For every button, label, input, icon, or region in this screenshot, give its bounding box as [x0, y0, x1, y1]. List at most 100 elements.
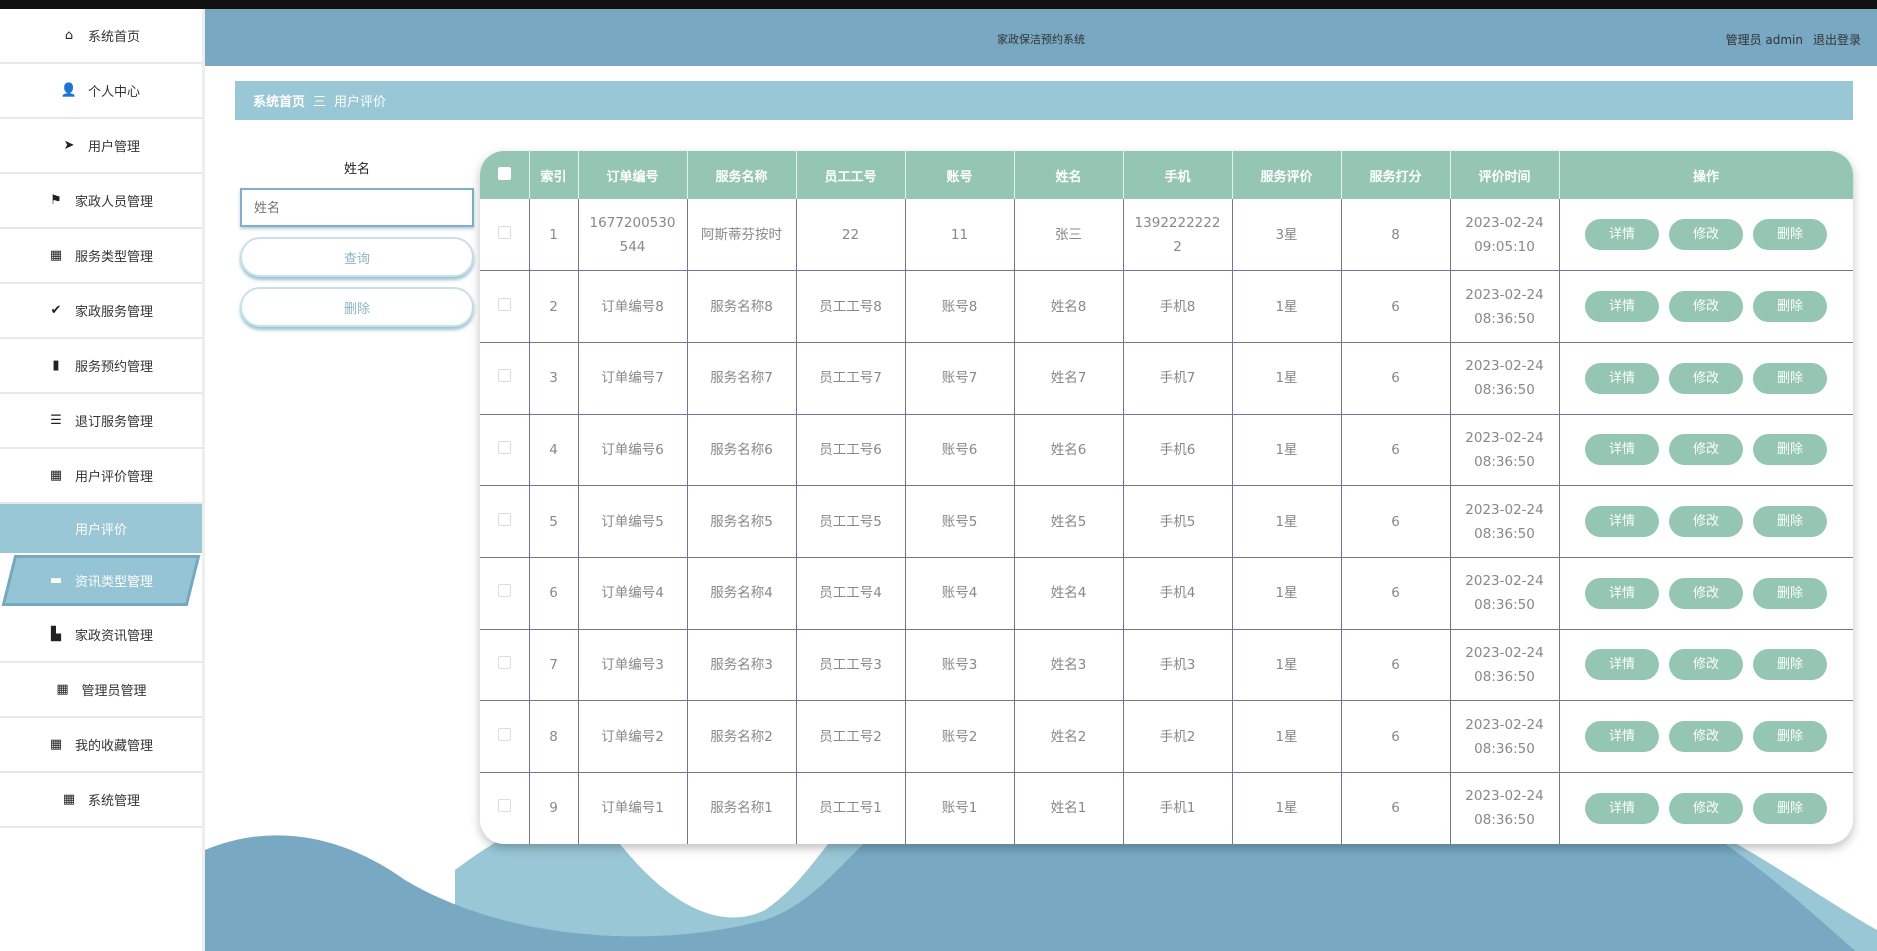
- column-header: 操作: [1559, 151, 1853, 199]
- detail-button[interactable]: 详情: [1585, 506, 1659, 538]
- grid-nine-icon: ▦: [49, 468, 63, 483]
- sidebar-item-label: 用户管理: [87, 140, 140, 155]
- table-cell: 9: [528, 772, 579, 844]
- detail-button[interactable]: 详情: [1585, 219, 1659, 251]
- sidebar-item[interactable]: ⌂ 系统首页: [0, 9, 202, 64]
- table-cell: 2023-02-24 08:36:50: [1449, 270, 1560, 343]
- select-all-checkbox[interactable]: [480, 151, 530, 199]
- detail-button[interactable]: 详情: [1585, 434, 1659, 466]
- sidebar-item[interactable]: ▬ 资讯类型管理: [0, 553, 202, 608]
- sidebar-item[interactable]: ▦ 系统管理: [0, 773, 202, 828]
- detail-button[interactable]: 详情: [1585, 362, 1659, 394]
- table-cell: 服务名称3: [686, 629, 797, 702]
- row-checkbox[interactable]: [480, 199, 530, 272]
- delete-button[interactable]: 删除: [1753, 649, 1827, 681]
- row-checkbox[interactable]: [480, 772, 530, 844]
- row-checkbox[interactable]: [480, 485, 530, 558]
- table-cell: 订单编号3: [577, 629, 688, 702]
- table-cell: 手机6: [1122, 414, 1233, 487]
- delete-button[interactable]: 删除: [1753, 792, 1827, 824]
- table-cell: 订单编号4: [577, 557, 688, 630]
- detail-button[interactable]: 详情: [1585, 577, 1659, 609]
- edit-button[interactable]: 修改: [1669, 362, 1743, 394]
- table-cell: 1: [528, 199, 579, 272]
- table-cell: 服务名称8: [686, 270, 797, 343]
- sidebar-item[interactable]: ▦ 服务类型管理: [0, 229, 202, 284]
- delete-button[interactable]: 删除: [1753, 362, 1827, 394]
- edit-button[interactable]: 修改: [1669, 649, 1743, 681]
- table-cell: 1星: [1231, 414, 1342, 487]
- sidebar-item[interactable]: 👤 个人中心: [0, 64, 202, 119]
- column-header: 账号: [905, 151, 1015, 199]
- table-cell: 1星: [1231, 557, 1342, 630]
- row-checkbox[interactable]: [480, 557, 530, 630]
- edit-button[interactable]: 修改: [1669, 506, 1743, 538]
- delete-button[interactable]: 删除: [1753, 291, 1827, 323]
- name-search-input[interactable]: [240, 188, 474, 227]
- table-cell: 手机4: [1122, 557, 1233, 630]
- table-cell: 手机7: [1122, 342, 1233, 415]
- edit-button[interactable]: 修改: [1669, 792, 1743, 824]
- table-cell: 订单编号2: [577, 700, 688, 773]
- table-cell: 6: [528, 557, 579, 630]
- sidebar-item[interactable]: ▦ 我的收藏管理: [0, 718, 202, 773]
- sidebar-item[interactable]: ⚑ 家政人员管理: [0, 174, 202, 229]
- table-cell: 2023-02-24 08:36:50: [1449, 700, 1560, 773]
- sidebar-item-label: 用户评价管理: [74, 470, 153, 485]
- table-cell: 账号6: [904, 414, 1015, 487]
- sidebar: ⌂ 系统首页 👤 个人中心 ➤ 用户管理 ⚑ 家政人员管理 ▦ 服务类型管理 ✔ 家政服务管理 ▮ 服务预…: [0, 9, 205, 951]
- clipboard-check-icon: ✔: [50, 303, 62, 318]
- delete-button[interactable]: 删除: [1753, 721, 1827, 753]
- table-cell: 1星: [1231, 772, 1342, 844]
- sidebar-item[interactable]: ➤ 用户管理: [0, 119, 202, 174]
- detail-button[interactable]: 详情: [1585, 649, 1659, 681]
- row-checkbox[interactable]: [480, 700, 530, 773]
- delete-button[interactable]: 删除: [1753, 219, 1827, 251]
- delete-button[interactable]: 删除: [1753, 434, 1827, 466]
- table-cell: 8: [1340, 199, 1451, 272]
- actions-cell: 详情 修改 删除: [1558, 414, 1853, 487]
- table-cell: 11: [904, 199, 1015, 272]
- delete-button[interactable]: 删除: [1753, 506, 1827, 538]
- table-cell: 2023-02-24 08:36:50: [1449, 629, 1560, 702]
- table-cell: 订单编号1: [577, 772, 688, 844]
- edit-button[interactable]: 修改: [1669, 721, 1743, 753]
- row-checkbox[interactable]: [480, 414, 530, 487]
- row-checkbox[interactable]: [480, 342, 530, 415]
- table-cell: 姓名8: [1013, 270, 1124, 343]
- breadcrumb-home[interactable]: 系统首页: [253, 91, 305, 110]
- edit-button[interactable]: 修改: [1669, 291, 1743, 323]
- detail-button[interactable]: 详情: [1585, 291, 1659, 323]
- table-cell: 3: [528, 342, 579, 415]
- table-cell: 员工工号4: [795, 557, 906, 630]
- detail-button[interactable]: 详情: [1585, 792, 1659, 824]
- logout-link[interactable]: 退出登录: [1813, 33, 1861, 47]
- detail-button[interactable]: 详情: [1585, 721, 1659, 753]
- table-cell: 6: [1340, 557, 1451, 630]
- sidebar-subitem-user-review[interactable]: 用户评价: [0, 504, 202, 553]
- actions-cell: 详情 修改 删除: [1558, 557, 1853, 630]
- table-cell: 22: [795, 199, 906, 272]
- sidebar-item[interactable]: ✔ 家政服务管理: [0, 284, 202, 339]
- system-title: 家政保洁预约系统: [997, 33, 1085, 46]
- table-cell: 服务名称5: [686, 485, 797, 558]
- query-button[interactable]: 查询: [240, 237, 474, 277]
- sidebar-item[interactable]: ▦ 管理员管理: [0, 663, 202, 718]
- sidebar-item[interactable]: ▦ 用户评价管理: [0, 449, 202, 504]
- table-cell: 4: [528, 414, 579, 487]
- batch-delete-button[interactable]: 删除: [240, 287, 474, 327]
- delete-button[interactable]: 删除: [1753, 577, 1827, 609]
- sidebar-item-label: 家政资讯管理: [74, 629, 153, 644]
- paper-plane-icon: ➤: [63, 138, 75, 153]
- sidebar-item[interactable]: ▙ 家政资讯管理: [0, 608, 202, 663]
- home-icon: ⌂: [64, 28, 74, 43]
- sidebar-item[interactable]: ▮ 服务预约管理: [0, 339, 202, 394]
- actions-cell: 详情 修改 删除: [1558, 342, 1853, 415]
- row-checkbox[interactable]: [480, 629, 530, 702]
- edit-button[interactable]: 修改: [1669, 434, 1743, 466]
- sidebar-item[interactable]: ☰ 退订服务管理: [0, 394, 202, 449]
- row-checkbox[interactable]: [480, 270, 530, 343]
- edit-button[interactable]: 修改: [1669, 577, 1743, 609]
- edit-button[interactable]: 修改: [1669, 219, 1743, 251]
- sidebar-item-label: 系统管理: [87, 794, 140, 809]
